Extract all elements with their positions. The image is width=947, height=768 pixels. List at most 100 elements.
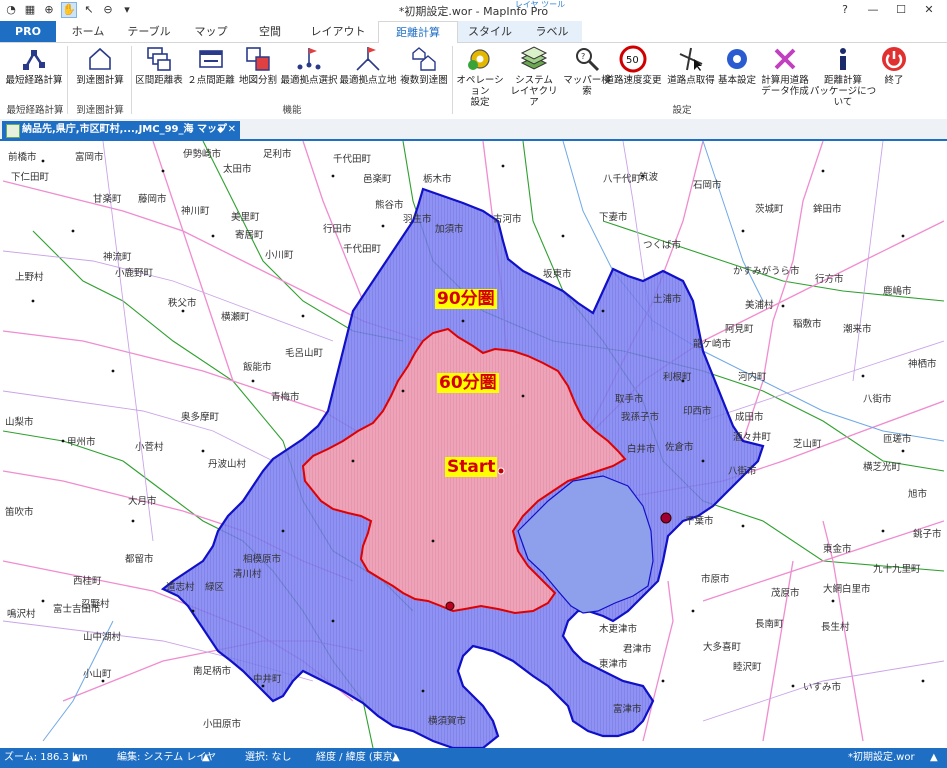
two-point-distance-button[interactable]: ２点間距離 xyxy=(186,45,236,101)
tab-home[interactable]: ホーム xyxy=(58,21,118,42)
map-place-label: 土浦市 xyxy=(653,294,682,305)
map-place-label: 匝瑳市 xyxy=(883,434,912,445)
map-place-label: 清川村 xyxy=(233,569,262,580)
group-divider xyxy=(452,46,453,114)
map-place-label: 大月市 xyxy=(128,496,157,507)
workspace-status[interactable]: *初期設定.wor xyxy=(848,748,915,768)
route-nodes-icon xyxy=(23,50,45,70)
map-split-icon xyxy=(246,47,270,71)
info-icon xyxy=(840,48,846,70)
operation-settings-button[interactable]: オペレーション 設定 xyxy=(454,45,506,108)
map-place-label: 印西市 xyxy=(683,406,712,417)
ring-90-label: 90分圏 xyxy=(435,289,497,309)
map-place-label: 甲州市 xyxy=(67,437,96,448)
map-place-label: 鹿嶋市 xyxy=(883,286,912,297)
help-button[interactable]: ? xyxy=(831,1,859,19)
maximize-button[interactable]: ☐ xyxy=(887,1,915,19)
map-window-tab[interactable]: 納品先,県庁,市区町村,...,JMC_99_海 マップ ◆ ✕ xyxy=(2,121,240,139)
map-place-label: 八街市 xyxy=(863,394,892,405)
coordinate-system-status[interactable]: 経度 / 緯度 (東京) xyxy=(316,748,397,768)
exit-button[interactable]: 終了 xyxy=(878,45,910,101)
section-distance-table-label: 区間距離表 xyxy=(135,75,183,86)
document-tab-strip: 納品先,県庁,市区町村,...,JMC_99_海 マップ ◆ ✕ xyxy=(0,119,947,141)
selection-status[interactable]: 選択: なし xyxy=(245,748,292,768)
map-place-label: 前橋市 xyxy=(8,152,37,163)
optimal-site-location-button[interactable]: 最適拠点立地 xyxy=(339,45,397,101)
tab-spatial[interactable]: 空間 xyxy=(242,21,298,42)
road-cursor-icon xyxy=(679,47,703,71)
window-title: *初期設定.wor - MapInfo Pro xyxy=(398,5,549,18)
tab-style[interactable]: スタイル xyxy=(458,21,522,42)
two-point-distance-label: ２点間距離 xyxy=(187,75,235,86)
window-controls: ? — ☐ ✕ xyxy=(831,1,943,19)
group-label-shortest: 最短経路計算 xyxy=(6,105,64,116)
map-window[interactable]: 前橋市 富岡市 下仁田町 甘楽町 藤岡市 神川町 美里町 寄居町 小川町 神流町… xyxy=(3,141,944,748)
map-place-label: 上野村 xyxy=(15,272,44,283)
tab-pro[interactable]: PRO xyxy=(0,21,56,42)
map-place-label: 横須賀市 xyxy=(428,716,467,727)
map-place-label: 神栖市 xyxy=(908,359,937,370)
tab-table[interactable]: テーブル xyxy=(118,21,180,42)
map-place-label: 山梨市 xyxy=(5,417,34,428)
close-button[interactable]: ✕ xyxy=(915,1,943,19)
map-window-title: 納品先,県庁,市区町村,...,JMC_99_海 マップ xyxy=(22,124,227,135)
map-place-label: 羽生市 xyxy=(403,214,432,225)
edit-layer-arrow-icon[interactable]: ▲ xyxy=(202,748,210,768)
map-place-label: 丹波山村 xyxy=(208,459,247,470)
section-distance-table-button[interactable]: 区間距離表 xyxy=(134,45,184,101)
optimal-site-select-button[interactable]: 最適拠点選択 xyxy=(280,45,338,101)
map-place-label: いすみ市 xyxy=(803,682,842,693)
svg-text:50: 50 xyxy=(626,55,639,66)
map-place-label: 鳴沢村 xyxy=(7,609,36,620)
map-place-label: 緑区 xyxy=(205,582,225,593)
map-place-label: 八街市 xyxy=(728,466,757,477)
map-place-label: 笛吹市 xyxy=(5,507,34,518)
map-split-button[interactable]: 地図分割 xyxy=(237,45,279,101)
tab-layout[interactable]: レイアウト xyxy=(298,21,378,42)
road-point-get-button[interactable]: 道路点取得 xyxy=(664,45,718,101)
map-place-label: 都留市 xyxy=(125,554,154,565)
map-place-label: 阿見町 xyxy=(725,324,754,335)
map-place-label: 太田市 xyxy=(223,164,252,175)
map-place-label: かすみがうら市 xyxy=(733,266,800,277)
multi-reach-button[interactable]: 複数到達圏 xyxy=(398,45,450,101)
map-split-label: 地図分割 xyxy=(238,75,277,86)
map-place-label: 栃木市 xyxy=(423,174,452,185)
coordinate-system-arrow-icon[interactable]: ▲ xyxy=(392,748,400,768)
map-place-label: 銚子市 xyxy=(913,529,942,540)
flag-tent-icon xyxy=(356,47,380,71)
tab-label[interactable]: ラベル xyxy=(522,21,582,42)
calc-road-data-button[interactable]: 計算用道路 データ作成 xyxy=(758,45,812,101)
map-place-label: 寄居町 xyxy=(235,230,264,241)
multi-house-icon xyxy=(412,47,436,71)
workspace-arrow-icon[interactable]: ▲ xyxy=(930,748,938,768)
close-tab-icon[interactable]: ✕ xyxy=(228,121,236,139)
map-place-label: 取手市 xyxy=(615,394,644,405)
reach-area-button[interactable]: 到達圏計算 xyxy=(71,45,129,101)
map-place-label: 白井市 xyxy=(627,444,656,455)
zoom-status-arrow-icon[interactable]: ▲ xyxy=(72,748,80,768)
map-place-label: 熊谷市 xyxy=(375,200,404,211)
tab-distance[interactable]: 距離計算 xyxy=(378,21,458,44)
group-label-settings: 設定 xyxy=(672,105,692,116)
map-place-label: 足利市 xyxy=(263,149,292,160)
ruler-window-icon xyxy=(199,50,223,68)
map-place-label: 睦沢町 xyxy=(733,662,762,673)
minimize-button[interactable]: — xyxy=(859,1,887,19)
basic-settings-label: 基本設定 xyxy=(717,75,756,86)
map-place-label: 九十九里町 xyxy=(873,564,921,575)
chiba-point xyxy=(660,512,672,524)
map-place-label: 西桂町 xyxy=(73,576,102,587)
system-layer-clear-button[interactable]: システム レイヤクリア xyxy=(508,45,560,108)
exit-label: 終了 xyxy=(884,75,904,86)
map-place-label: 邑楽町 xyxy=(363,174,392,185)
map-place-label: 小鹿野町 xyxy=(115,268,154,279)
map-place-label: 稲敷市 xyxy=(793,319,822,330)
about-package-button[interactable]: 距離計算 パッケージについて xyxy=(807,45,879,108)
road-speed-change-button[interactable]: 50 道路速度変更 xyxy=(604,45,662,101)
pin-icon[interactable]: ◆ xyxy=(217,121,224,139)
map-place-label: 利根町 xyxy=(663,372,692,383)
tab-map[interactable]: マップ xyxy=(180,21,242,42)
basic-settings-button[interactable]: 基本設定 xyxy=(717,45,757,101)
shortest-route-button[interactable]: 最短経路計算 xyxy=(3,45,65,101)
